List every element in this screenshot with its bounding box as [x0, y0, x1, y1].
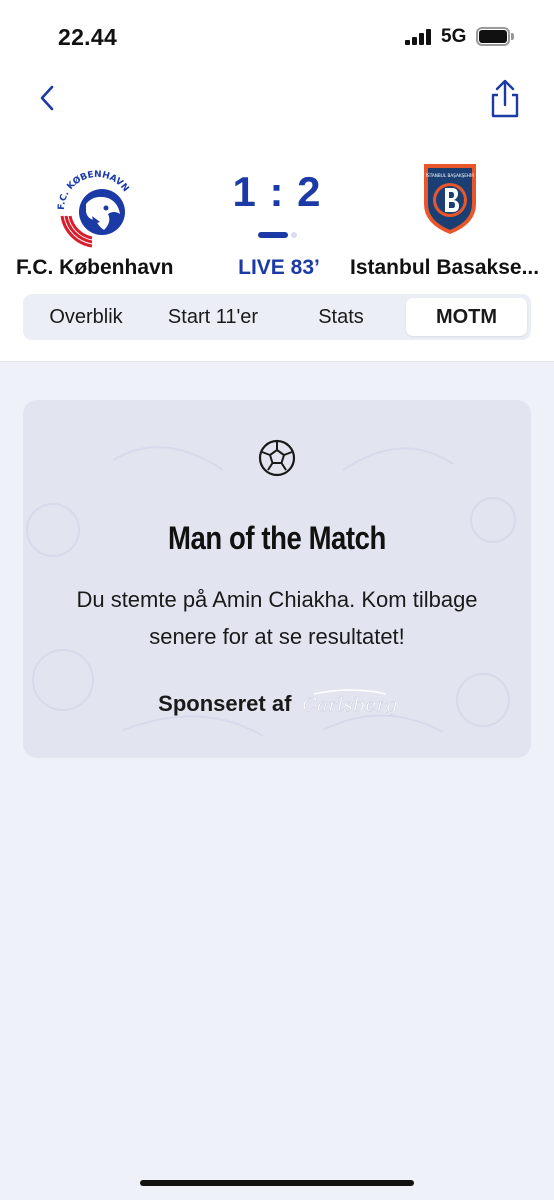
sponsor-line: Sponseret af Carlsberg [23, 688, 531, 724]
tab-bar: Overblik Start 11'er Stats MOTM [23, 294, 531, 340]
away-team-logo: İSTANBUL BAŞAKŞEHİR [414, 160, 486, 236]
tab-stats[interactable]: Stats [281, 298, 401, 336]
tab-overblik[interactable]: Overblik [27, 298, 145, 336]
share-button[interactable] [486, 78, 524, 120]
home-team-name: F.C. København [16, 256, 174, 276]
tab-motm[interactable]: MOTM [406, 298, 527, 336]
back-button[interactable] [32, 80, 66, 116]
network-label: 5G [441, 26, 467, 47]
sponsor-label: Sponseret af [158, 691, 292, 716]
motm-card: Man of the Match Du stemte på Amin Chiak… [23, 400, 531, 758]
status-time: 22.44 [58, 24, 118, 50]
carlsberg-logo: Carlsberg [304, 689, 396, 716]
chevron-left-icon [40, 85, 54, 111]
svg-text:İSTANBUL BAŞAKŞEHİR: İSTANBUL BAŞAKŞEHİR [426, 173, 474, 178]
motm-message: Du stemte på Amin Chiakha. Kom tilbage s… [76, 587, 478, 649]
football-icon [257, 438, 297, 478]
match-progress-indicator [258, 232, 288, 238]
match-header-panel: 22.44 5G F.C. KØBENHAVN 1: 2 İSTANBUL B… [0, 0, 554, 362]
match-score: 1 : 2 [232, 168, 322, 215]
home-indicator [140, 1180, 414, 1186]
signal-icon [405, 29, 433, 45]
battery-icon [476, 27, 514, 46]
tab-start-11er[interactable]: Start 11'er [147, 298, 279, 336]
home-team-logo: F.C. KØBENHAVN [52, 160, 142, 250]
share-icon [491, 79, 519, 118]
motm-title: Man of the Match [168, 520, 386, 556]
away-team-name: Istanbul Basakse... [350, 256, 540, 276]
svg-text:Carlsberg: Carlsberg [304, 694, 396, 716]
live-status: LIVE 83’ [238, 256, 320, 276]
